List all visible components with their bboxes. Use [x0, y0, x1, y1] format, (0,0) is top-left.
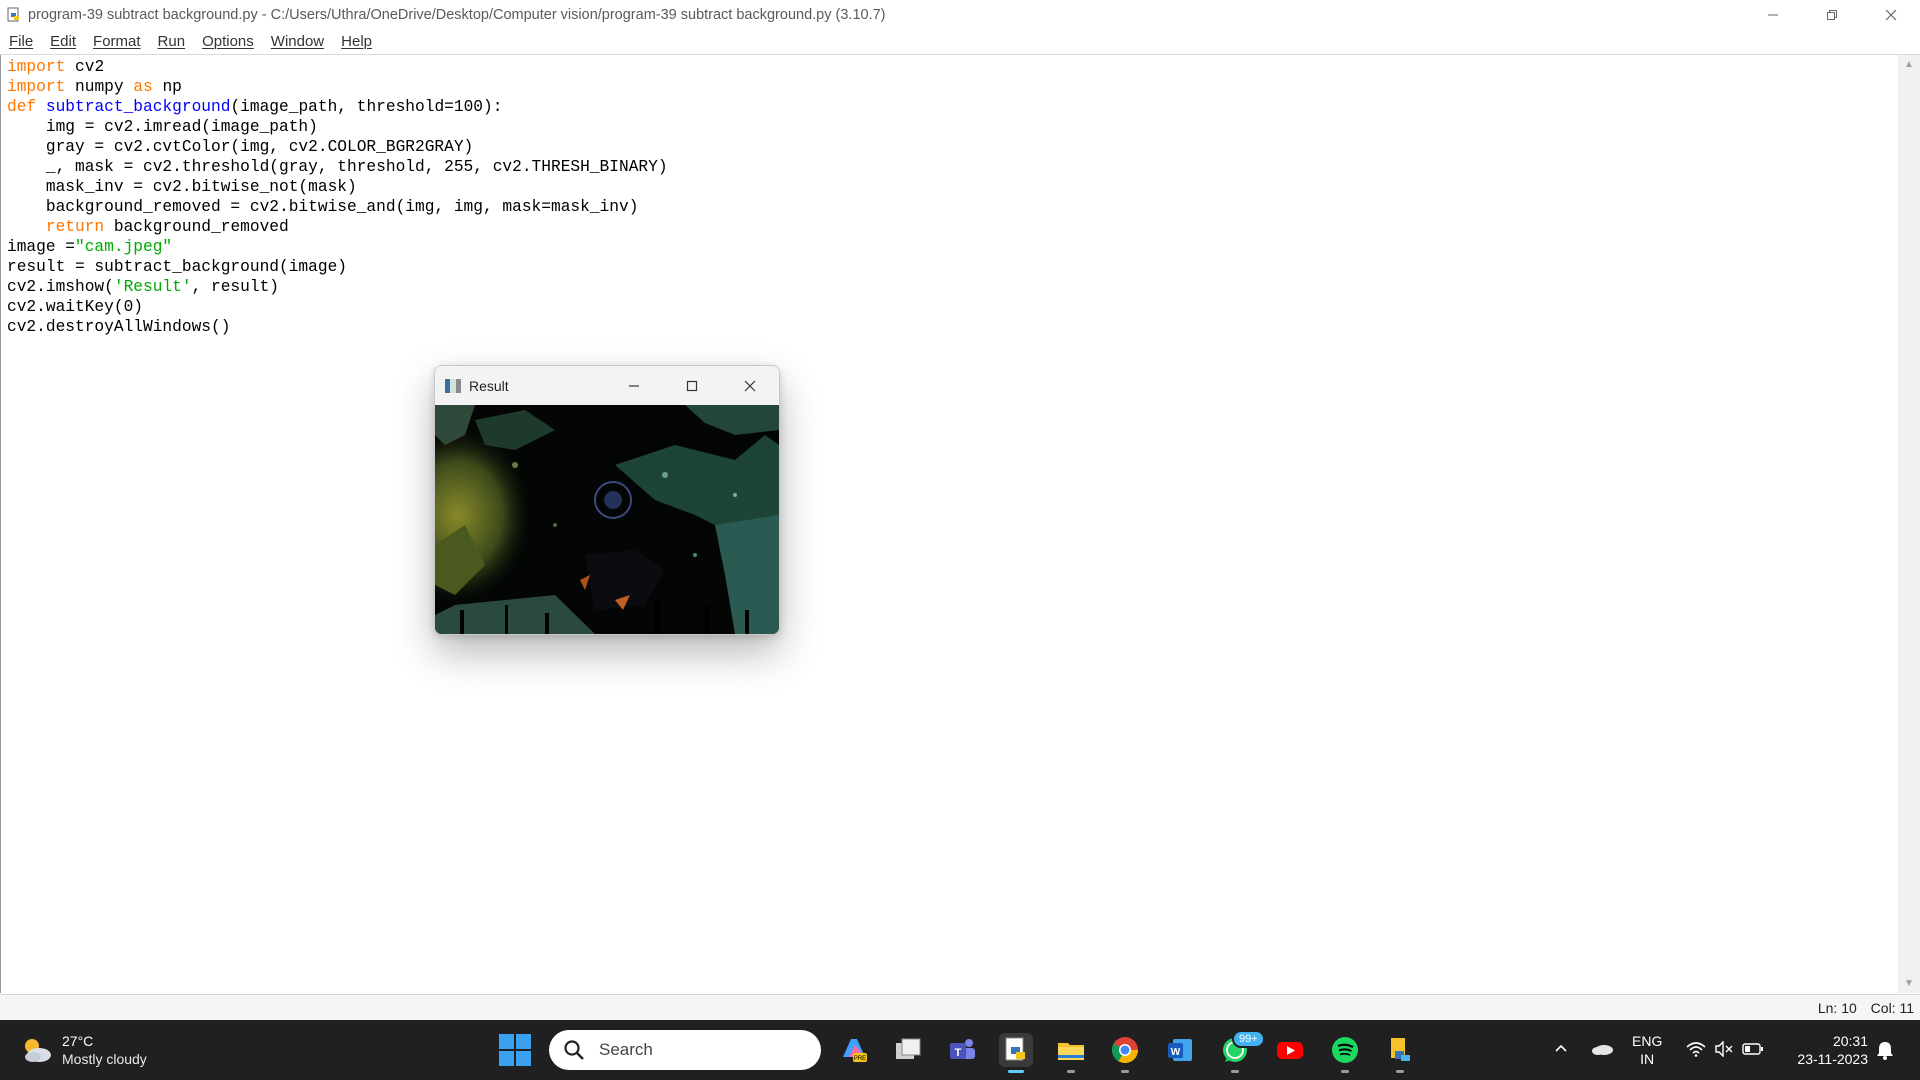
code-line[interactable]: gray = cv2.cvtColor(img, cv2.COLOR_BGR2G…	[7, 137, 668, 157]
clock-date: 23-11-2023	[1797, 1051, 1868, 1067]
menu-help[interactable]: Help	[341, 33, 372, 50]
svg-text:PRE: PRE	[854, 1056, 866, 1062]
vertical-scrollbar[interactable]: ▲ ▼	[1898, 55, 1920, 993]
code-line[interactable]: def subtract_background(image_path, thre…	[7, 97, 668, 117]
partly-cloudy-icon	[25, 1039, 51, 1062]
taskbar: 27°C Mostly cloudy Search PRE T W 99+ EN…	[0, 1020, 1920, 1080]
svg-text:T: T	[955, 1047, 962, 1059]
menu-bar: File Edit Format Run Options Window Help	[0, 29, 1920, 55]
search-label: Search	[599, 1040, 653, 1059]
weather-condition: Mostly cloudy	[62, 1051, 147, 1067]
copilot-pre-icon[interactable]: PRE	[837, 1033, 871, 1067]
taskbar-search[interactable]: Search	[549, 1030, 821, 1070]
battery-icon[interactable]	[1742, 1042, 1764, 1061]
result-title-bar[interactable]: Result	[435, 366, 779, 405]
close-button[interactable]	[1861, 0, 1920, 29]
column-number: Col: 11	[1870, 1000, 1914, 1016]
code-line[interactable]: image ="cam.jpeg"	[7, 237, 668, 257]
window-title: program-39 subtract background.py - C:/U…	[28, 6, 886, 23]
status-bar: Ln: 10 Col: 11	[0, 994, 1920, 1021]
weather-widget[interactable]: 27°C Mostly cloudy	[20, 1032, 147, 1068]
code-line[interactable]: cv2.waitKey(0)	[7, 297, 668, 317]
restore-button[interactable]	[1802, 0, 1861, 29]
menu-run[interactable]: Run	[158, 33, 186, 50]
clock-time: 20:31	[1832, 1033, 1868, 1049]
word-icon[interactable]: W	[1163, 1033, 1197, 1067]
wifi-icon[interactable]	[1686, 1041, 1706, 1062]
code-line[interactable]: return background_removed	[7, 217, 668, 237]
language-bottom: IN	[1640, 1051, 1655, 1067]
code-line[interactable]: import numpy as np	[7, 77, 668, 97]
minimize-button[interactable]	[1743, 0, 1802, 29]
result-window[interactable]: Result	[434, 365, 780, 635]
code-line[interactable]: mask_inv = cv2.bitwise_not(mask)	[7, 177, 668, 197]
minimize-icon	[629, 384, 639, 387]
notification-bell-icon[interactable]	[1876, 1040, 1894, 1065]
scroll-down-icon[interactable]: ▼	[1904, 978, 1914, 989]
volume-muted-icon[interactable]	[1714, 1040, 1734, 1062]
close-icon	[744, 380, 756, 391]
close-icon	[1885, 9, 1896, 20]
code-line[interactable]: img = cv2.imread(image_path)	[7, 117, 668, 137]
teams-icon[interactable]: T	[945, 1033, 979, 1067]
youtube-icon[interactable]	[1273, 1033, 1307, 1067]
maximize-icon	[686, 380, 698, 391]
menu-edit[interactable]: Edit	[50, 33, 76, 50]
start-button[interactable]	[499, 1034, 531, 1066]
show-hidden-icons-button[interactable]	[1553, 1040, 1569, 1061]
language-top: ENG	[1632, 1033, 1663, 1049]
language-indicator[interactable]: ENG IN	[1632, 1032, 1662, 1068]
restore-icon	[1826, 9, 1837, 20]
menu-options[interactable]: Options	[202, 33, 254, 50]
menu-format[interactable]: Format	[93, 33, 141, 50]
svg-text:W: W	[1171, 1047, 1181, 1058]
idle-title-bar: program-39 subtract background.py - C:/U…	[0, 0, 1920, 29]
file-python-icon[interactable]	[1383, 1033, 1417, 1073]
weather-temperature: 27°C	[62, 1033, 94, 1049]
minimize-icon	[1767, 14, 1778, 15]
code-text[interactable]: import cv2 import numpy as np def subtract…	[7, 57, 668, 337]
line-number: Ln: 10	[1817, 1000, 1857, 1016]
whatsapp-badge: 99+	[1232, 1030, 1265, 1048]
code-line[interactable]: cv2.destroyAllWindows()	[7, 317, 668, 337]
code-line[interactable]: result = subtract_background(image)	[7, 257, 668, 277]
result-maximize-button[interactable]	[663, 366, 721, 405]
result-close-button[interactable]	[721, 366, 779, 405]
chrome-icon[interactable]	[1108, 1033, 1142, 1073]
result-minimize-button[interactable]	[605, 366, 663, 405]
code-line[interactable]: cv2.imshow('Result', result)	[7, 277, 668, 297]
task-view-icon[interactable]	[891, 1033, 925, 1067]
idle-python-icon[interactable]	[999, 1033, 1033, 1073]
result-title: Result	[469, 377, 509, 394]
code-line[interactable]: _, mask = cv2.threshold(gray, threshold,…	[7, 157, 668, 177]
spotify-icon[interactable]	[1328, 1033, 1362, 1073]
background-removed-image	[435, 405, 779, 634]
menu-window[interactable]: Window	[271, 33, 324, 50]
chevron-up-icon	[1555, 1044, 1567, 1052]
onedrive-icon[interactable]	[1590, 1040, 1614, 1061]
opencv-window-icon	[445, 378, 461, 393]
scroll-up-icon[interactable]: ▲	[1904, 59, 1914, 70]
clock[interactable]: 20:31 23-11-2023	[1780, 1032, 1868, 1068]
code-line[interactable]: background_removed = cv2.bitwise_and(img…	[7, 197, 668, 217]
python-file-icon	[6, 7, 22, 23]
file-explorer-icon[interactable]	[1054, 1033, 1088, 1073]
search-icon	[563, 1039, 585, 1061]
code-editor[interactable]: import cv2 import numpy as np def subtract…	[0, 55, 1899, 993]
code-line[interactable]: import cv2	[7, 57, 668, 77]
menu-file[interactable]: File	[9, 33, 33, 50]
